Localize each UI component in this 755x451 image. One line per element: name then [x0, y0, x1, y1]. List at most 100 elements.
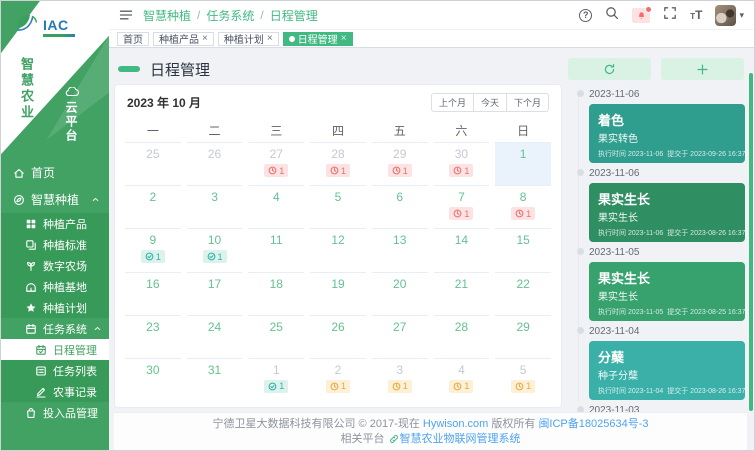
calendar-day-cell[interactable]: 31: [372, 358, 428, 401]
font-size-icon[interactable]: TT: [690, 8, 702, 22]
calendar-day-cell[interactable]: 26: [310, 315, 366, 358]
sidebar-item-home[interactable]: 首页: [1, 159, 109, 186]
footer-icp-link[interactable]: 闽ICP备18025634号-3: [538, 418, 648, 430]
link-icon: [389, 434, 399, 444]
schedule-card[interactable]: 果实生长果实生长执行时间 2023-11-05提交于 2023-08-25 16…: [589, 262, 745, 321]
calendar-day-cell[interactable]: 4: [248, 185, 304, 228]
calendar-day-cell[interactable]: 2: [125, 185, 181, 228]
calendar-day-cell[interactable]: 81: [495, 185, 551, 228]
calendar-day-cell[interactable]: 18: [248, 272, 304, 315]
close-icon[interactable]: ×: [341, 34, 347, 44]
tab-schedule-management[interactable]: 日程管理×: [283, 32, 353, 46]
calendar-day-cell[interactable]: 11: [248, 228, 304, 271]
day-number: 5: [335, 190, 342, 204]
sidebar-item-planting-plan[interactable]: 种植计划: [1, 297, 109, 318]
tab-planting-products[interactable]: 种植产品×: [153, 32, 214, 46]
footer-site-link[interactable]: Hywison.com: [423, 418, 488, 430]
calendar-day-cell[interactable]: 5: [310, 185, 366, 228]
footer-platform-link[interactable]: 智慧农业物联网管理系统: [400, 433, 521, 445]
timeline-date: 2023-11-05: [589, 247, 745, 258]
calendar-day-cell[interactable]: 291: [372, 142, 428, 185]
day-number: 25: [146, 147, 159, 161]
sidebar-item-planting-base[interactable]: 种植基地: [1, 276, 109, 297]
sidebar-item-schedule-management[interactable]: 日程管理: [1, 339, 109, 360]
calendar-day-cell[interactable]: 15: [495, 228, 551, 271]
weekday-label: 日: [495, 122, 551, 139]
close-icon[interactable]: ×: [202, 34, 208, 44]
calendar-day-cell[interactable]: 11: [248, 358, 304, 401]
calendar-day-cell[interactable]: 29: [495, 315, 551, 358]
calendar-day-cell[interactable]: 91: [125, 228, 181, 271]
event-badge-pending: 1: [449, 380, 473, 393]
sidebar-collapse-icon[interactable]: [119, 8, 133, 22]
schedule-card-subtitle: 果实转色: [598, 130, 736, 145]
calendar-day-cell[interactable]: 21: [434, 272, 490, 315]
breadcrumb-item[interactable]: 任务系统: [206, 7, 254, 24]
calendar-day-cell[interactable]: 19: [310, 272, 366, 315]
notification-bell-icon[interactable]: [632, 8, 650, 23]
vertical-scrollbar-thumb[interactable]: [749, 73, 753, 411]
calendar-day-cell[interactable]: 51: [495, 358, 551, 401]
breadcrumb-item[interactable]: 日程管理: [270, 7, 318, 24]
schedule-card[interactable]: 分蘖种子分蘖执行时间 2023-11-04提交于 2023-08-26 16:3…: [589, 341, 745, 400]
fullscreen-icon[interactable]: [663, 6, 677, 25]
help-icon[interactable]: ?: [579, 9, 592, 22]
calendar-day-cell[interactable]: 12: [310, 228, 366, 271]
calendar-day-cell[interactable]: 281: [310, 142, 366, 185]
footer: 宁德卫星大数据科技有限公司 © 2017-现在 Hywison.com 版权所有…: [114, 412, 747, 450]
calendar-next-month-button[interactable]: 下个月: [507, 93, 549, 112]
calendar-day-cell[interactable]: 25: [125, 142, 181, 185]
schedule-card-meta: 执行时间 2023-11-05提交于 2023-08-25 16:37:26: [598, 307, 736, 317]
sidebar-item-input-management[interactable]: 投入品管理: [1, 402, 109, 423]
schedule-card[interactable]: 着色果实转色执行时间 2023-11-06提交于 2023-09-26 16:3…: [589, 104, 745, 163]
calendar-day-cell[interactable]: 21: [310, 358, 366, 401]
sidebar-item-task-system[interactable]: 任务系统: [1, 318, 109, 339]
calendar-day-cell[interactable]: 101: [187, 228, 243, 271]
calendar-day-cell[interactable]: 24: [187, 315, 243, 358]
calendar-day-cell[interactable]: 23: [125, 315, 181, 358]
schedule-card-subtitle: 果实生长: [598, 209, 736, 224]
tab-home[interactable]: 首页: [117, 32, 149, 46]
close-icon[interactable]: ×: [267, 34, 273, 44]
tab-planting-plan[interactable]: 种植计划×: [218, 32, 279, 46]
schedule-card[interactable]: 果实生长果实生长执行时间 2023-11-06提交于 2023-08-26 16…: [589, 183, 745, 242]
add-schedule-button[interactable]: [661, 58, 744, 80]
calendar-day-cell[interactable]: 16: [125, 272, 181, 315]
sidebar-item-planting-products[interactable]: 种植产品: [1, 213, 109, 234]
day-number: 5: [520, 363, 527, 377]
user-menu[interactable]: ▾: [715, 5, 744, 26]
sidebar-item-planting-standards[interactable]: 种植标准: [1, 234, 109, 255]
user-avatar[interactable]: [715, 5, 736, 26]
sidebar-item-smart-planting[interactable]: 智慧种植: [1, 186, 109, 213]
calendar-day-cell[interactable]: 271: [248, 142, 304, 185]
refresh-button[interactable]: [568, 58, 651, 80]
calendar-day-cell[interactable]: 30: [125, 358, 181, 401]
breadcrumb-item[interactable]: 智慧种植: [143, 7, 191, 24]
calendar-day-cell[interactable]: 6: [372, 185, 428, 228]
calendar-day-cell[interactable]: 26: [187, 142, 243, 185]
calendar-day-cell[interactable]: 17: [187, 272, 243, 315]
calendar-icon: [25, 323, 37, 335]
calendar-day-cell[interactable]: 13: [372, 228, 428, 271]
sidebar-item-digital-farm[interactable]: 数字农场: [1, 255, 109, 276]
calendar-day-cell[interactable]: 301: [434, 142, 490, 185]
calendar-day-cell[interactable]: 22: [495, 272, 551, 315]
sidebar-item-task-list[interactable]: 任务列表: [1, 360, 109, 381]
calendar-day-cell[interactable]: 41: [434, 358, 490, 401]
calendar-month-title: 2023 年 10 月: [127, 94, 201, 111]
event-badge-done: 1: [203, 250, 227, 263]
calendar-today-button[interactable]: 今天: [474, 93, 507, 112]
calendar-day-cell[interactable]: 20: [372, 272, 428, 315]
calendar-day-cell[interactable]: 71: [434, 185, 490, 228]
calendar-prev-month-button[interactable]: 上个月: [431, 93, 474, 112]
weekday-label: 三: [248, 122, 304, 139]
search-icon[interactable]: [605, 6, 619, 25]
calendar-day-cell[interactable]: 1: [495, 142, 551, 185]
calendar-day-cell[interactable]: 3: [187, 185, 243, 228]
calendar-day-cell[interactable]: 25: [248, 315, 304, 358]
calendar-day-cell[interactable]: 14: [434, 228, 490, 271]
sidebar-item-farming-records[interactable]: 农事记录: [1, 381, 109, 402]
calendar-day-cell[interactable]: 27: [372, 315, 428, 358]
calendar-day-cell[interactable]: 28: [434, 315, 490, 358]
calendar-day-cell[interactable]: 31: [187, 358, 243, 401]
